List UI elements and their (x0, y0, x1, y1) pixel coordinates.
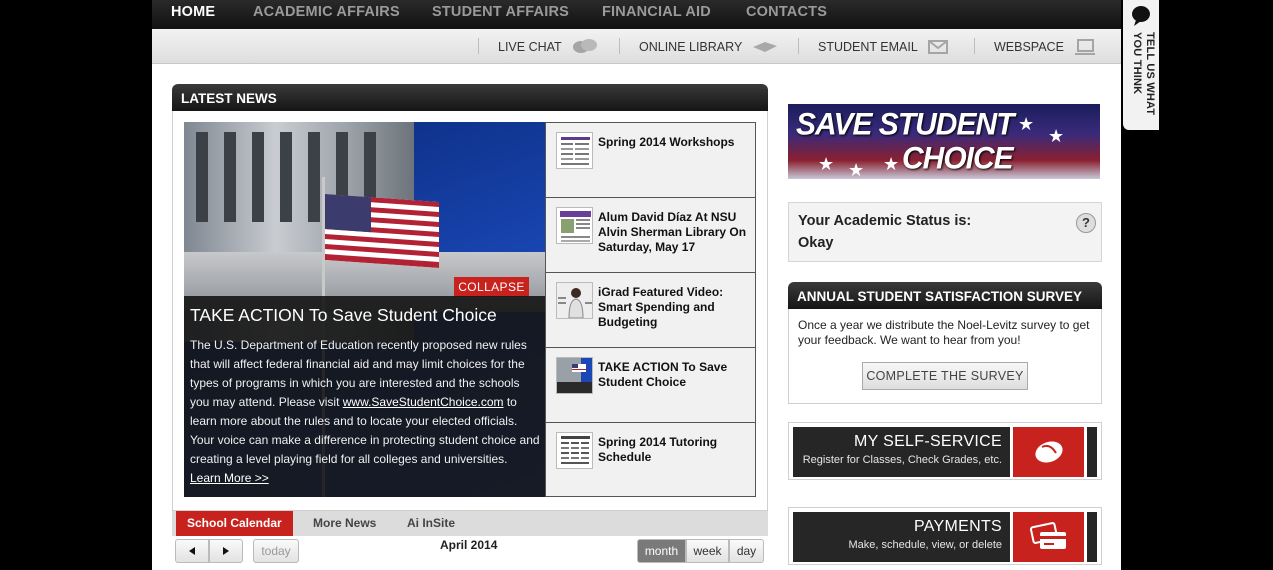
featured-story[interactable]: COLLAPSE TAKE ACTION To Save Student Cho… (184, 122, 546, 497)
tile-subtitle: Register for Classes, Check Grades, etc. (802, 454, 1002, 466)
news-item-title: TAKE ACTION To Save Student Choice (598, 360, 728, 389)
featured-title[interactable]: TAKE ACTION To Save Student Choice (190, 304, 540, 326)
collapse-button[interactable]: COLLAPSE (454, 277, 529, 297)
tile-edge (1087, 427, 1097, 477)
news-item[interactable]: Alum David Díaz At NSU Alvin Sherman Lib… (546, 198, 755, 273)
american-flag-icon (325, 194, 439, 268)
credit-card-icon (1029, 522, 1066, 549)
calendar-tabs: School Calendar More News Ai InSite (172, 511, 768, 536)
news-item-title: Spring 2014 Workshops (598, 135, 735, 149)
workshops-thumbnail (556, 132, 593, 169)
nav-student-affairs[interactable]: STUDENT AFFAIRS (432, 4, 569, 20)
news-list: Spring 2014 Workshops Alum David Díaz At… (545, 122, 756, 497)
feedback-label: TELL US WHAT YOU THINK (1131, 32, 1156, 116)
tab-school-calendar[interactable]: School Calendar (176, 511, 293, 536)
academic-status-label: Your Academic Status is: (798, 213, 972, 229)
nav-contacts[interactable]: CONTACTS (746, 4, 827, 20)
main-nav: HOME ACADEMIC AFFAIRS STUDENT AFFAIRS FI… (152, 0, 1121, 29)
banner-text: SAVE STUDENT CHOICE (796, 107, 1014, 176)
tutoring-schedule-thumbnail (556, 432, 593, 469)
divider (478, 38, 479, 54)
complete-survey-button[interactable]: COMPLETE THE SURVEY (862, 362, 1028, 390)
divider (619, 38, 620, 54)
triangle-left-icon (189, 547, 195, 555)
tile-icon-area (1013, 512, 1084, 562)
star-icon: ★ (1018, 114, 1035, 134)
month-view-button[interactable]: month (637, 539, 686, 563)
featured-caption: TAKE ACTION To Save Student Choice The U… (184, 296, 546, 497)
divider (798, 38, 799, 54)
news-item[interactable]: Spring 2014 Tutoring Schedule (546, 423, 755, 498)
student-email-link[interactable]: STUDENT EMAIL (818, 29, 948, 64)
banner-line-2: CHOICE (902, 140, 1014, 176)
latest-news-body: COLLAPSE TAKE ACTION To Save Student Cho… (172, 111, 768, 511)
survey-text: Once a year we distribute the Noel-Levit… (798, 318, 1090, 347)
tile-icon-area (1013, 427, 1084, 477)
alum-thumbnail (556, 207, 593, 244)
news-item-title: Alum David Díaz At NSU Alvin Sherman Lib… (598, 210, 747, 254)
tile-text-area: MY SELF-SERVICE Register for Classes, Ch… (793, 427, 1010, 477)
page: HOME ACADEMIC AFFAIRS STUDENT AFFAIRS FI… (152, 0, 1121, 570)
webspace-link[interactable]: WEBSPACE (994, 29, 1096, 64)
speech-bubble-icon (1132, 6, 1150, 26)
tile-subtitle: Make, schedule, view, or delete (848, 539, 1002, 551)
nav-financial-aid[interactable]: FINANCIAL AID (602, 4, 711, 20)
star-icon: ★ (1048, 126, 1065, 146)
nav-home[interactable]: HOME (171, 4, 215, 20)
igrad-video-thumbnail (556, 282, 593, 319)
divider (974, 38, 975, 54)
news-item[interactable]: Spring 2014 Workshops (546, 123, 755, 198)
learn-more-link[interactable]: Learn More >> (190, 471, 269, 485)
laptop-icon (1074, 38, 1095, 55)
news-item-title: iGrad Featured Video: Smart Spending and… (598, 285, 724, 329)
banner-line-1: SAVE STUDENT (796, 107, 1014, 142)
envelope-icon (927, 39, 948, 54)
save-student-choice-banner[interactable]: ★ ★ ★ ★ ★ SAVE STUDENT CHOICE (788, 104, 1100, 179)
featured-body: The U.S. Department of Education recentl… (190, 336, 540, 469)
tab-ai-insite[interactable]: Ai InSite (396, 511, 466, 536)
next-month-button[interactable] (209, 539, 243, 563)
student-email-label: STUDENT EMAIL (818, 39, 918, 54)
calendar-month-title: April 2014 (440, 538, 498, 552)
week-view-button[interactable]: week (686, 539, 729, 563)
news-item[interactable]: TAKE ACTION To Save Student Choice (546, 348, 755, 423)
save-student-choice-link[interactable]: www.SaveStudentChoice.com (343, 395, 504, 409)
book-icon (753, 41, 778, 52)
chat-bubbles-icon (572, 38, 597, 53)
survey-title: ANNUAL STUDENT SATISFACTION SURVEY (788, 282, 1102, 309)
latest-news-title: LATEST NEWS (172, 84, 768, 111)
tab-more-news[interactable]: More News (302, 511, 387, 536)
webspace-label: WEBSPACE (994, 39, 1064, 54)
feedback-tab[interactable]: TELL US WHAT YOU THINK (1123, 0, 1159, 130)
nav-academic-affairs[interactable]: ACADEMIC AFFAIRS (253, 4, 400, 20)
utility-bar: LIVE CHAT ONLINE LIBRARY STUDENT EMAIL W… (152, 29, 1121, 64)
live-chat-link[interactable]: LIVE CHAT (498, 29, 598, 64)
tile-edge (1087, 512, 1097, 562)
tile-text-area: PAYMENTS Make, schedule, view, or delete (793, 512, 1010, 562)
tile-title: MY SELF-SERVICE (854, 433, 1002, 450)
capitol-thumbnail (556, 357, 593, 394)
survey-panel: ANNUAL STUDENT SATISFACTION SURVEY Once … (788, 282, 1102, 404)
online-library-label: ONLINE LIBRARY (639, 39, 743, 54)
news-item-title: Spring 2014 Tutoring Schedule (598, 435, 718, 464)
today-button[interactable]: today (253, 539, 299, 563)
academic-status-value: Okay (798, 235, 834, 251)
self-service-tile[interactable]: MY SELF-SERVICE Register for Classes, Ch… (788, 422, 1102, 480)
online-library-link[interactable]: ONLINE LIBRARY (639, 29, 778, 64)
triangle-right-icon (223, 547, 229, 555)
mouse-icon (1034, 441, 1063, 463)
prev-month-button[interactable] (175, 539, 209, 563)
academic-status-box: Your Academic Status is: Okay ? (788, 202, 1102, 262)
calendar-toolbar: today April 2014 month week day (172, 536, 768, 570)
help-icon[interactable]: ? (1076, 213, 1096, 233)
live-chat-label: LIVE CHAT (498, 39, 562, 54)
latest-news-panel: LATEST NEWS COLLAPSE TAKE ACTION To Save… (172, 84, 768, 570)
tile-title: PAYMENTS (913, 518, 1002, 535)
day-view-button[interactable]: day (729, 539, 764, 563)
news-item[interactable]: iGrad Featured Video: Smart Spending and… (546, 273, 755, 348)
payments-tile[interactable]: PAYMENTS Make, schedule, view, or delete (788, 507, 1102, 565)
